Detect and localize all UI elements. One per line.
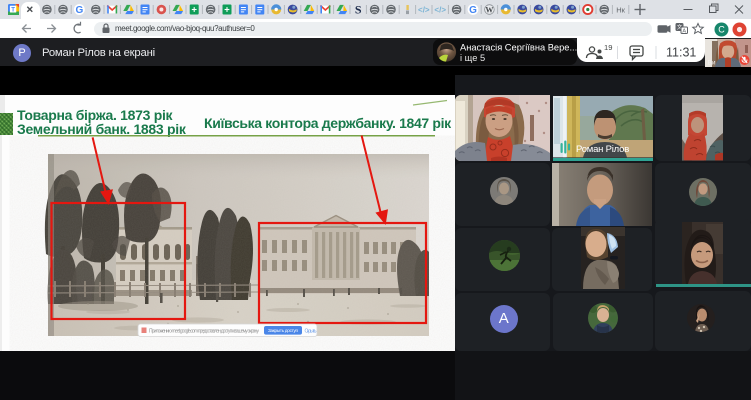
svg-text:Ви: Ви xyxy=(708,59,716,66)
svg-text:T: T xyxy=(11,7,15,13)
svg-text:Анастасія Сергіївна Вере...: Анастасія Сергіївна Вере... xyxy=(460,42,577,52)
svg-text:Закрыть доступ: Закрыть доступ xyxy=(268,328,299,333)
svg-text:Приложению meet.google.com пре: Приложению meet.google.com предоставлен … xyxy=(149,329,259,335)
svg-text:і ще 5: і ще 5 xyxy=(460,53,485,63)
svg-text:Роман Рілов: Роман Рілов xyxy=(576,144,629,155)
svg-text:19: 19 xyxy=(604,43,612,52)
svg-text:A: A xyxy=(682,28,686,34)
svg-text:11:31: 11:31 xyxy=(666,46,696,60)
svg-text:Скрыть: Скрыть xyxy=(305,328,317,334)
svg-text:C: C xyxy=(718,25,725,35)
